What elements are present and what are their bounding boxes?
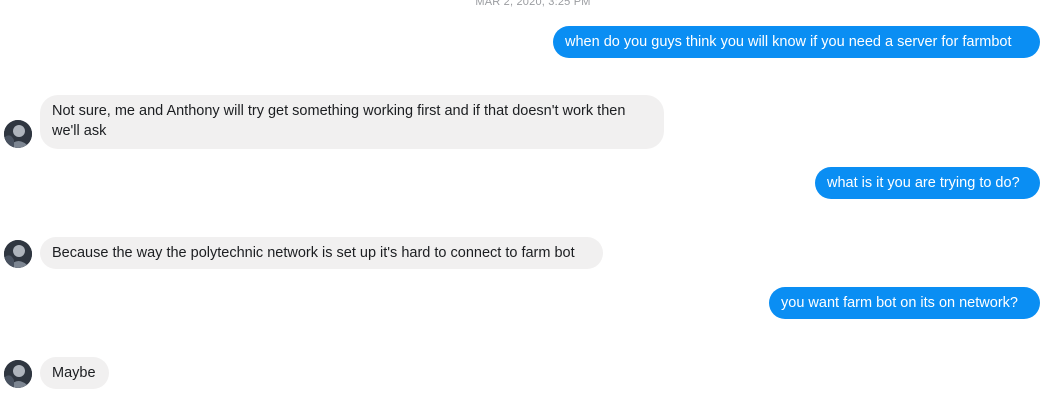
outgoing-message-bubble[interactable]: what is it you are trying to do? [815,167,1040,199]
contact-avatar-icon[interactable] [4,240,32,268]
outgoing-message-bubble[interactable]: you want farm bot on its on network? [769,287,1040,319]
incoming-message-bubble[interactable]: Not sure, me and Anthony will try get so… [40,95,664,149]
message-thread: MAR 2, 2020, 3:25 PM when do you guys th… [0,0,1051,402]
thread-timestamp: MAR 2, 2020, 3:25 PM [475,0,591,8]
contact-avatar-icon[interactable] [4,120,32,148]
incoming-message-bubble[interactable]: Because the way the polytechnic network … [40,237,603,269]
contact-avatar-icon[interactable] [4,360,32,388]
outgoing-message-bubble[interactable]: when do you guys think you will know if … [553,26,1040,58]
incoming-message-bubble[interactable]: Maybe [40,357,109,389]
